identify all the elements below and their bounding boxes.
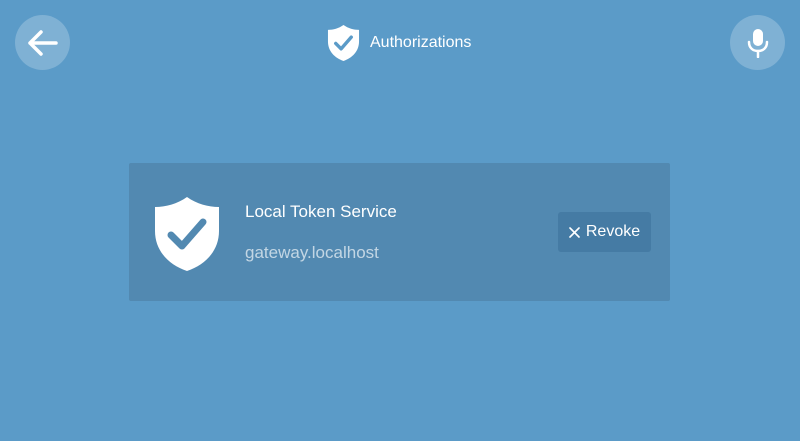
shield-check-icon xyxy=(155,197,219,271)
page-title: Authorizations xyxy=(370,34,472,51)
back-button[interactable] xyxy=(15,15,70,70)
microphone-button[interactable] xyxy=(730,15,785,70)
authorization-host: gateway.localhost xyxy=(245,243,379,262)
close-icon xyxy=(569,226,580,238)
authorization-card: Local Token Service gateway.localhost Re… xyxy=(129,163,670,301)
page-header: Authorizations xyxy=(327,24,471,62)
shield-check-icon xyxy=(327,25,360,61)
revoke-button[interactable]: Revoke xyxy=(558,212,651,252)
microphone-icon xyxy=(747,28,768,58)
arrow-left-icon xyxy=(27,29,58,56)
revoke-label: Revoke xyxy=(585,223,641,240)
authorization-name: Local Token Service xyxy=(245,202,397,221)
